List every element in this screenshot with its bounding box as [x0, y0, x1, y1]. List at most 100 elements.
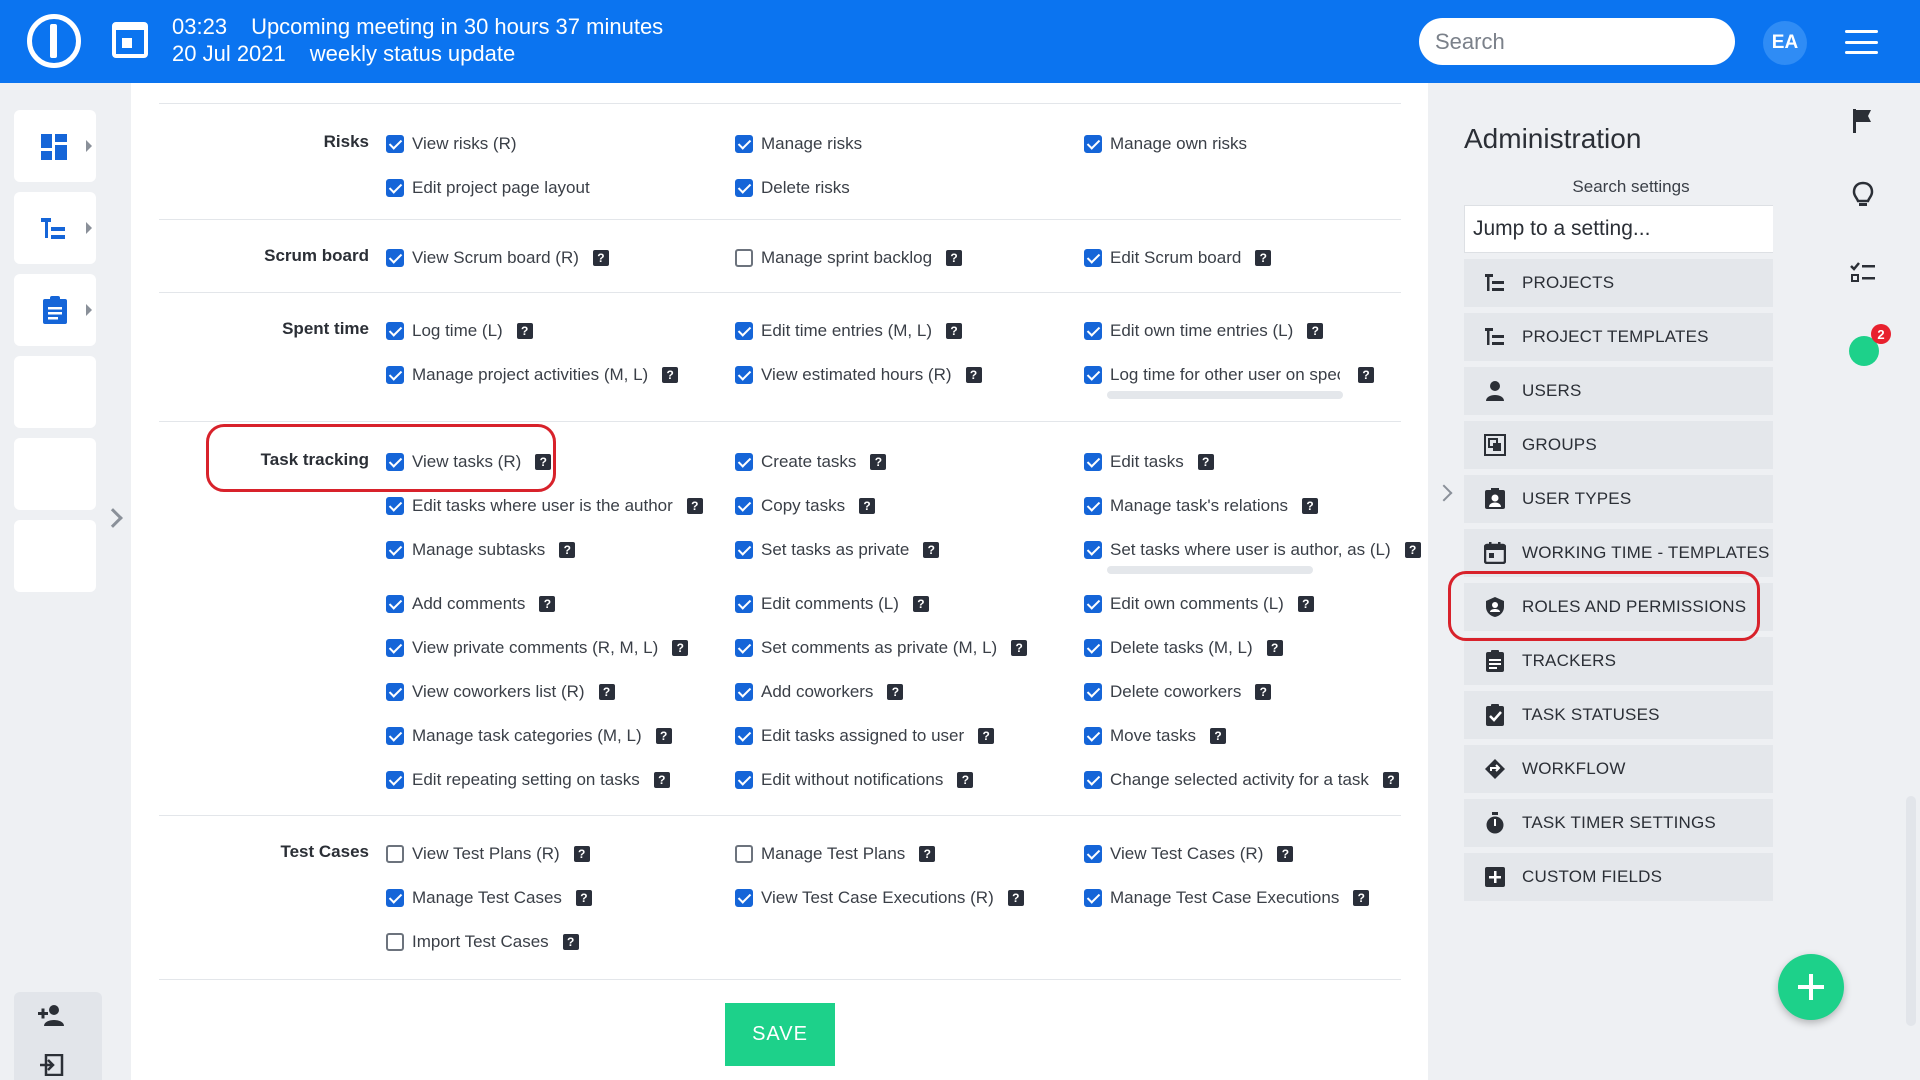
checkbox[interactable] — [1084, 889, 1102, 907]
checkbox[interactable] — [1084, 497, 1102, 515]
help-icon[interactable]: ? — [1358, 367, 1374, 383]
help-icon[interactable]: ? — [562, 934, 579, 950]
checkbox[interactable] — [1084, 541, 1102, 559]
label-scrollbar[interactable] — [1107, 391, 1343, 399]
checkbox[interactable] — [386, 639, 404, 657]
help-icon[interactable]: ? — [1197, 454, 1214, 470]
checkbox[interactable] — [386, 595, 404, 613]
help-icon[interactable]: ? — [539, 596, 556, 612]
permission-item[interactable]: Manage Test Plans? — [735, 842, 936, 866]
help-icon[interactable]: ? — [957, 772, 974, 788]
permission-item[interactable]: Edit without notifications? — [735, 768, 974, 792]
checkbox[interactable] — [735, 135, 753, 153]
help-icon[interactable]: ? — [978, 728, 995, 744]
checkbox[interactable] — [735, 497, 753, 515]
permission-item[interactable]: Move tasks? — [1084, 724, 1226, 748]
checkbox[interactable] — [1084, 249, 1102, 267]
permission-item[interactable]: Edit repeating setting on tasks? — [386, 768, 670, 792]
admin-item-projects[interactable]: PROJECTS — [1464, 259, 1798, 307]
help-icon[interactable]: ? — [598, 684, 615, 700]
permission-item[interactable]: Edit own time entries (L)? — [1084, 319, 1324, 343]
help-icon[interactable]: ? — [1404, 542, 1421, 558]
checkbox[interactable] — [386, 727, 404, 745]
help-icon[interactable]: ? — [919, 846, 936, 862]
help-icon[interactable]: ? — [1011, 640, 1028, 656]
help-icon[interactable]: ? — [1007, 890, 1024, 906]
help-icon[interactable]: ? — [859, 498, 876, 514]
rail-slot-4[interactable] — [14, 356, 96, 428]
help-icon[interactable]: ? — [1297, 596, 1314, 612]
permission-item[interactable]: Log time for other user on specific pı? — [1084, 363, 1374, 387]
help-icon[interactable]: ? — [686, 498, 703, 514]
permission-item[interactable]: Edit tasks? — [1084, 450, 1214, 474]
checkbox[interactable] — [1084, 639, 1102, 657]
checkbox[interactable] — [386, 249, 404, 267]
checkbox[interactable] — [735, 249, 753, 267]
page-scrollbar[interactable] — [1906, 796, 1916, 1026]
checkbox[interactable] — [1084, 135, 1102, 153]
checkbox[interactable] — [1084, 322, 1102, 340]
flag-icon[interactable] — [1849, 107, 1877, 135]
help-icon[interactable]: ? — [655, 728, 672, 744]
lightbulb-icon[interactable] — [1849, 181, 1877, 209]
permission-item[interactable]: Manage task categories (M, L)? — [386, 724, 672, 748]
permission-item[interactable]: Manage Test Case Executions? — [1084, 886, 1370, 910]
checkbox[interactable] — [1084, 771, 1102, 789]
calendar-icon[interactable] — [112, 22, 148, 58]
jump-to-setting-select[interactable]: Jump to a setting... — [1464, 205, 1798, 253]
checkbox[interactable] — [1084, 595, 1102, 613]
help-icon[interactable]: ? — [946, 323, 962, 339]
help-icon[interactable]: ? — [870, 454, 887, 470]
checkbox[interactable] — [735, 683, 753, 701]
permission-item[interactable]: Delete risks — [735, 176, 850, 200]
permission-item[interactable]: View estimated hours (R)? — [735, 363, 982, 387]
logout-icon[interactable] — [40, 1054, 64, 1076]
checkbox[interactable] — [735, 453, 753, 471]
help-icon[interactable]: ? — [946, 250, 963, 266]
help-icon[interactable]: ? — [1353, 890, 1370, 906]
checkbox[interactable] — [386, 322, 404, 340]
permission-item[interactable]: Manage task's relations? — [1084, 494, 1319, 518]
permission-item[interactable]: Create tasks? — [735, 450, 887, 474]
checkbox[interactable] — [386, 541, 404, 559]
checkbox[interactable] — [735, 595, 753, 613]
checkbox[interactable] — [386, 683, 404, 701]
permission-item[interactable]: Set tasks where user is author, as (L)? — [1084, 538, 1421, 562]
admin-item-groups[interactable]: GROUPS — [1464, 421, 1798, 469]
permission-item[interactable]: Delete coworkers? — [1084, 680, 1272, 704]
permission-item[interactable]: Manage subtasks? — [386, 538, 576, 562]
admin-item-working-time-templates[interactable]: WORKING TIME - TEMPLATES — [1464, 529, 1798, 577]
help-icon[interactable]: ? — [1255, 250, 1272, 266]
permission-item[interactable]: Manage Test Cases? — [386, 886, 592, 910]
help-icon[interactable]: ? — [887, 684, 904, 700]
permission-item[interactable]: Set tasks as private? — [735, 538, 940, 562]
help-icon[interactable]: ? — [1302, 498, 1319, 514]
checkbox[interactable] — [735, 366, 753, 384]
permission-item[interactable]: Import Test Cases? — [386, 930, 579, 954]
checkbox[interactable] — [735, 771, 753, 789]
avatar[interactable]: EA — [1763, 21, 1807, 65]
save-button[interactable]: SAVE — [725, 1003, 835, 1066]
admin-item-trackers[interactable]: TRACKERS — [1464, 637, 1798, 685]
permission-item[interactable]: View risks (R) — [386, 132, 517, 156]
permission-item[interactable]: Edit own comments (L)? — [1084, 592, 1314, 616]
help-icon[interactable]: ? — [1307, 323, 1324, 339]
checkbox[interactable] — [1084, 683, 1102, 701]
permission-item[interactable]: View coworkers list (R)? — [386, 680, 615, 704]
permission-item[interactable]: Add coworkers? — [735, 680, 904, 704]
help-icon[interactable]: ? — [1277, 846, 1294, 862]
meeting-line-2[interactable]: 20 Jul 2021 weekly status update — [172, 41, 539, 67]
permission-item[interactable]: Edit project page layout — [386, 176, 590, 200]
permission-item[interactable]: Edit comments (L)? — [735, 592, 929, 616]
checkbox[interactable] — [386, 933, 404, 951]
checkbox[interactable] — [735, 322, 753, 340]
permission-item[interactable]: View private comments (R, M, L)? — [386, 636, 689, 660]
permission-item[interactable]: View Test Cases (R)? — [1084, 842, 1294, 866]
checkbox[interactable] — [1084, 845, 1102, 863]
checkbox[interactable] — [386, 771, 404, 789]
meeting-line-1[interactable]: 03:23 Upcoming meeting in 30 hours 37 min… — [172, 14, 687, 40]
checkbox[interactable] — [735, 889, 753, 907]
permission-item[interactable]: View Test Plans (R)? — [386, 842, 590, 866]
checkbox[interactable] — [386, 179, 404, 197]
app-logo-icon[interactable] — [27, 14, 81, 68]
